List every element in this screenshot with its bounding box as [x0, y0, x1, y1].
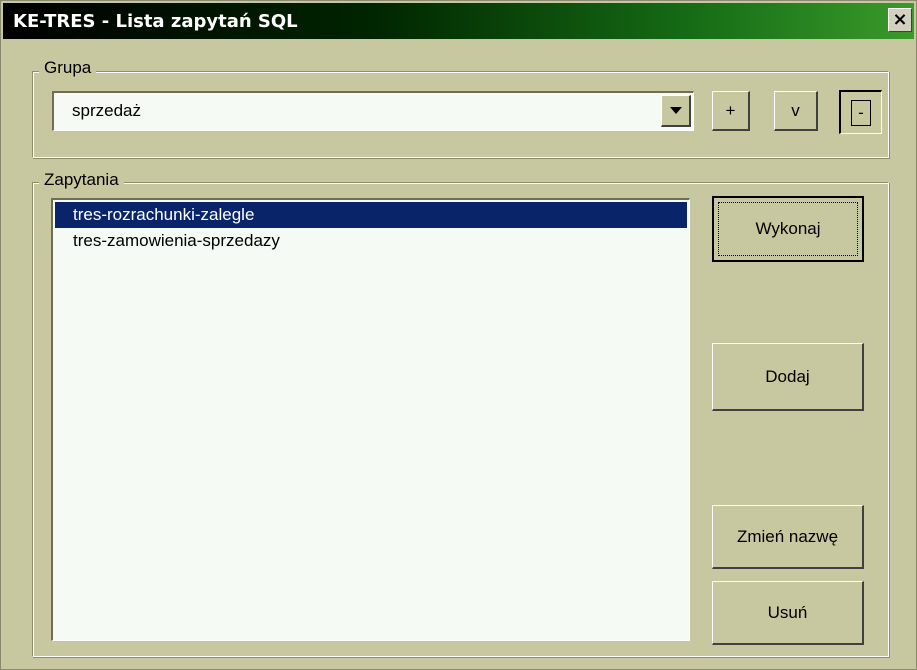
- group-dropdown-button[interactable]: [661, 95, 691, 127]
- add-group-button[interactable]: +: [712, 91, 750, 131]
- list-item[interactable]: tres-zamowienia-sprzedazy: [55, 228, 687, 254]
- group-select-value: sprzedaż: [72, 101, 141, 120]
- remove-group-button[interactable]: -: [839, 90, 882, 134]
- remove-group-label: -: [851, 99, 871, 126]
- chevron-down-icon: [669, 107, 682, 114]
- queries-list[interactable]: tres-rozrachunki-zalegle tres-zamowienia…: [51, 198, 690, 641]
- title-bar[interactable]: KE-TRES - Lista zapytań SQL ×: [3, 3, 914, 39]
- confirm-group-label: v: [791, 100, 800, 120]
- list-item-label: tres-zamowienia-sprzedazy: [73, 231, 280, 250]
- add-query-label: Dodaj: [765, 366, 810, 386]
- list-item-label: tres-rozrachunki-zalegle: [73, 205, 255, 224]
- window-title: KE-TRES - Lista zapytań SQL: [13, 11, 298, 32]
- delete-query-button[interactable]: Usuń: [712, 581, 864, 645]
- add-group-label: +: [725, 100, 736, 120]
- queries-legend: Zapytania: [39, 170, 124, 190]
- rename-query-button[interactable]: Zmień nazwę: [712, 505, 864, 569]
- dialog-window: KE-TRES - Lista zapytań SQL × Grupa sprz…: [0, 0, 917, 670]
- group-legend: Grupa: [39, 58, 97, 78]
- list-item[interactable]: tres-rozrachunki-zalegle: [55, 202, 687, 228]
- rename-query-label: Zmień nazwę: [736, 526, 839, 546]
- focus-ring: [718, 202, 858, 256]
- close-button[interactable]: ×: [888, 8, 912, 32]
- close-icon: ×: [892, 9, 908, 30]
- group-select[interactable]: sprzedaż: [52, 91, 694, 131]
- delete-query-label: Usuń: [767, 602, 808, 622]
- add-query-button[interactable]: Dodaj: [712, 343, 864, 411]
- confirm-group-button[interactable]: v: [774, 91, 818, 131]
- execute-button[interactable]: Wykonaj: [712, 196, 864, 262]
